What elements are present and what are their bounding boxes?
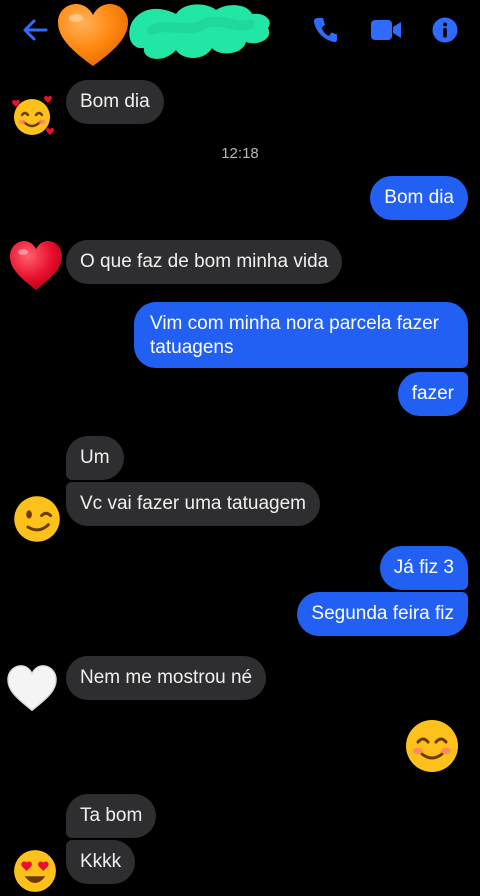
arrow-left-icon[interactable] — [22, 18, 48, 42]
message-bubble-incoming[interactable]: O que faz de bom minha vida — [66, 240, 343, 284]
message-bubble-incoming[interactable]: Nem me mostrou né — [66, 656, 267, 700]
message-line: tatuagens — [150, 337, 234, 358]
wink-emoji — [14, 496, 60, 542]
info-icon[interactable] — [432, 17, 458, 43]
chat-header — [0, 0, 480, 66]
message-bubble-outgoing[interactable]: Vim com minha nora parcela fazer tatuage… — [134, 302, 468, 368]
message-bubble-outgoing[interactable]: Bom dia — [370, 176, 468, 220]
orange-heart-icon[interactable] — [56, 2, 130, 68]
message-bubble-incoming[interactable]: Kkkk — [66, 840, 136, 884]
message-bubble-incoming[interactable]: Um — [66, 436, 124, 480]
message-line: Vim com minha nora parcela fazer — [150, 313, 439, 334]
red-heart-emoji — [10, 241, 62, 290]
video-camera-icon[interactable] — [370, 18, 402, 42]
message-timestamp: 12:18 — [221, 145, 259, 162]
message-bubble-incoming[interactable]: Ta bom — [66, 794, 157, 838]
smiling-blush-emoji[interactable] — [404, 718, 460, 774]
white-heart-emoji — [7, 665, 57, 712]
heart-eyes-emoji — [14, 850, 56, 892]
message-bubble-outgoing[interactable]: fazer — [397, 372, 468, 416]
message-bubble-outgoing[interactable]: Já fiz 3 — [379, 546, 468, 590]
message-bubble-outgoing[interactable]: Segunda feira fiz — [297, 592, 468, 636]
message-bubble-incoming[interactable]: Bom dia — [66, 80, 164, 124]
redacted-contact-name — [129, 4, 270, 59]
message-bubble-incoming[interactable]: Vc vai fazer uma tatuagem — [66, 482, 320, 526]
phone-icon[interactable] — [312, 16, 338, 44]
smiling-hearts-emoji — [12, 95, 54, 135]
